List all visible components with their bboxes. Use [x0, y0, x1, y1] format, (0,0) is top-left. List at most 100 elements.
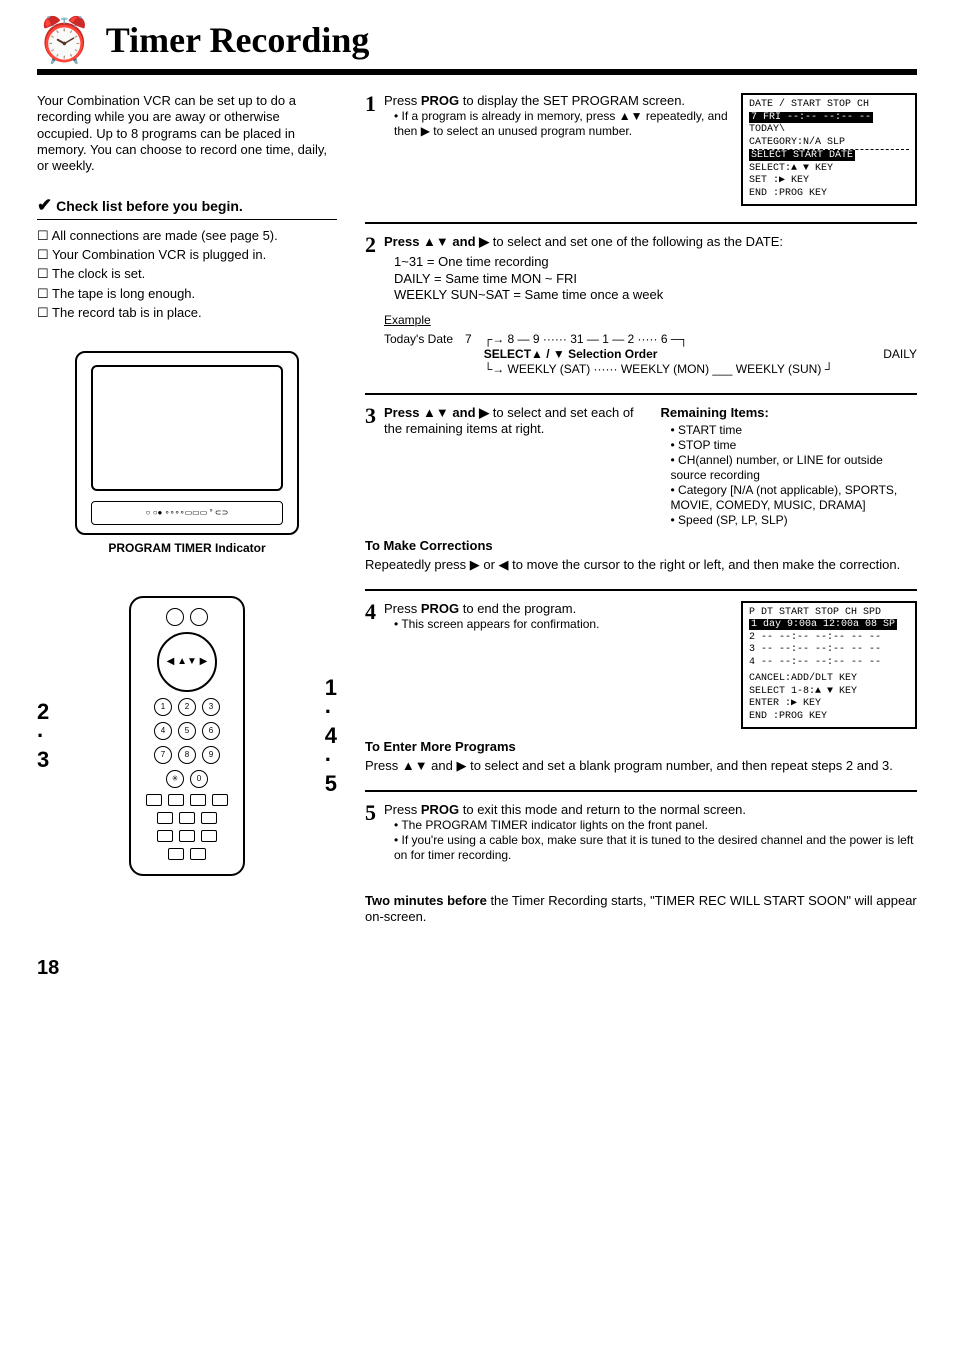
footer-bold: Two minutes before [365, 893, 487, 908]
osd-line: DATE / START STOP CH [749, 99, 909, 112]
step-bullet: This screen appears for confirmation. [394, 617, 731, 632]
step-text: and [449, 234, 479, 249]
osd-line: END :PROG KEY [749, 188, 909, 201]
step-2: 2 Press ▲▼ and ▶ to select and set one o… [365, 222, 917, 377]
step-5: 5 Press PROG to exit this mode and retur… [365, 790, 917, 863]
today-value: 7 [465, 332, 472, 347]
step-number: 4 [365, 601, 376, 623]
step-text: Press [384, 93, 421, 108]
osd-line-inverted: 1 day 9:00a 12:00a 08 SP [749, 619, 897, 630]
more-programs-title: To Enter More Programs [365, 739, 917, 755]
rect-button [190, 794, 206, 806]
rect-button [179, 812, 195, 824]
power-icon [166, 608, 184, 626]
remote-illustration: ◀ ▲▼ ▶ 123 456 789 ✳0 [129, 596, 245, 876]
date-option: DAILY = Same time MON ~ FRI [394, 271, 917, 287]
updown-icon: ▲▼ [423, 234, 449, 249]
example-diagram: Example Today's Date 7 ┌→ 8 — 9 ······ 3… [384, 313, 917, 377]
right-icon: ▶ [479, 405, 489, 420]
tv-illustration: ○ ○● ∘∘∘∘▭▭▭ ° ⊂⊃ [75, 351, 299, 535]
weekly-sequence: WEEKLY (SAT) ······ WEEKLY (MON) ___ WEE… [508, 362, 822, 376]
rect-button [212, 794, 228, 806]
rect-button [157, 830, 173, 842]
rect-button [190, 848, 206, 860]
tv-vcr-icon [190, 608, 208, 626]
checkmark-icon: ✔ [37, 195, 52, 215]
step-text: Press [384, 802, 421, 817]
checklist-heading: ✔Check list before you begin. [37, 194, 337, 220]
step-3: 3 Press ▲▼ and ▶ to select and set each … [365, 393, 917, 573]
checklist-item: Your Combination VCR is plugged in. [37, 247, 337, 263]
example-label: Example [384, 313, 431, 327]
num-button: 2 [178, 698, 196, 716]
remaining-item: Speed (SP, LP, SLP) [671, 513, 918, 528]
remaining-item: START time [671, 423, 918, 438]
today-label: Today's Date [384, 332, 453, 347]
remote-callout-right: 1 · 4 · 5 [325, 676, 337, 797]
osd-line: ENTER :▶ KEY [749, 698, 909, 711]
osd-screen-1: DATE / START STOP CH 7 FRI --:-- --:-- -… [741, 93, 917, 206]
step-text: Press [384, 601, 421, 616]
step-number: 5 [365, 802, 376, 824]
osd-line-inverted: 7 FRI --:-- --:-- -- [749, 112, 873, 123]
remaining-title: Remaining Items: [661, 405, 918, 421]
step-bullet: The PROGRAM TIMER indicator lights on th… [394, 818, 917, 833]
step-bullet: If you're using a cable box, make sure t… [394, 833, 917, 863]
osd-line: CANCEL:ADD/DLT KEY [749, 673, 909, 686]
corrections-title: To Make Corrections [365, 538, 917, 554]
date-option: WEEKLY SUN~SAT = Same time once a week [394, 287, 917, 303]
prog-key: PROG [421, 601, 459, 616]
remaining-item: CH(annel) number, or LINE for outside so… [671, 453, 918, 483]
rect-button [146, 794, 162, 806]
remaining-item: Category [N/A (not applicable), SPORTS, … [671, 483, 918, 513]
step-text: to display the SET PROGRAM screen. [459, 93, 685, 108]
step-text: Press [384, 405, 423, 420]
osd-screen-2: P DT START STOP CH SPD 1 day 9:00a 12:00… [741, 601, 917, 730]
step-number: 2 [365, 234, 376, 256]
rect-button [168, 848, 184, 860]
step-text: Press [384, 234, 423, 249]
num-button: 7 [154, 746, 172, 764]
osd-line: 3 -- --:-- --:-- -- -- [749, 644, 909, 657]
checklist-item: The clock is set. [37, 266, 337, 282]
osd-line: 4 -- --:-- --:-- -- -- [749, 657, 909, 670]
num-button: 9 [202, 746, 220, 764]
tv-screen [91, 365, 283, 491]
rect-button [168, 794, 184, 806]
osd-line: P DT START STOP CH SPD [749, 607, 909, 620]
date-option: 1~31 = One time recording [394, 254, 917, 270]
prog-key: PROG [421, 802, 459, 817]
num-button: 8 [178, 746, 196, 764]
intro-text: Your Combination VCR can be set up to do… [37, 93, 337, 174]
rect-button [179, 830, 195, 842]
checklist: All connections are made (see page 5). Y… [37, 228, 337, 321]
step-number: 3 [365, 405, 376, 427]
page-number: 18 [37, 956, 917, 981]
tv-front-panel: ○ ○● ∘∘∘∘▭▭▭ ° ⊂⊃ [91, 501, 283, 525]
remaining-item: STOP time [671, 438, 918, 453]
osd-line: CATEGORY:N/A SLP [749, 137, 909, 150]
checklist-item: All connections are made (see page 5). [37, 228, 337, 244]
step-bullet: If a program is already in memory, press… [394, 109, 731, 139]
step-text: and [449, 405, 479, 420]
select-order-label: SELECT▲ / ▼ Selection Order [484, 347, 658, 362]
osd-line: TODAY\ [749, 124, 909, 137]
osd-line: END :PROG KEY [749, 711, 909, 724]
num-button: ✳ [166, 770, 184, 788]
osd-line: 2 -- --:-- --:-- -- -- [749, 632, 909, 645]
rect-button [201, 830, 217, 842]
tv-caption: PROGRAM TIMER Indicator [37, 541, 337, 556]
remote-callout-left: 2 · 3 [37, 700, 49, 773]
right-icon: ▶ [479, 234, 489, 249]
checklist-title-text: Check list before you begin. [56, 198, 243, 214]
checklist-item: The record tab is in place. [37, 305, 337, 321]
header-rule [37, 69, 917, 75]
more-programs-text: Press ▲▼ and ▶ to select and set a blank… [365, 758, 917, 774]
step-text: to end the program. [459, 601, 576, 616]
step-text: to select and set one of the following a… [489, 234, 783, 249]
corrections-text: Repeatedly press ▶ or ◀ to move the curs… [365, 557, 917, 573]
clock-icon: ⏰ [37, 19, 92, 63]
sequence-numbers: 8 — 9 ······ 31 — 1 — 2 ····· 6 [508, 332, 668, 346]
footer-note: Two minutes before the Timer Recording s… [365, 893, 917, 926]
num-button: 6 [202, 722, 220, 740]
